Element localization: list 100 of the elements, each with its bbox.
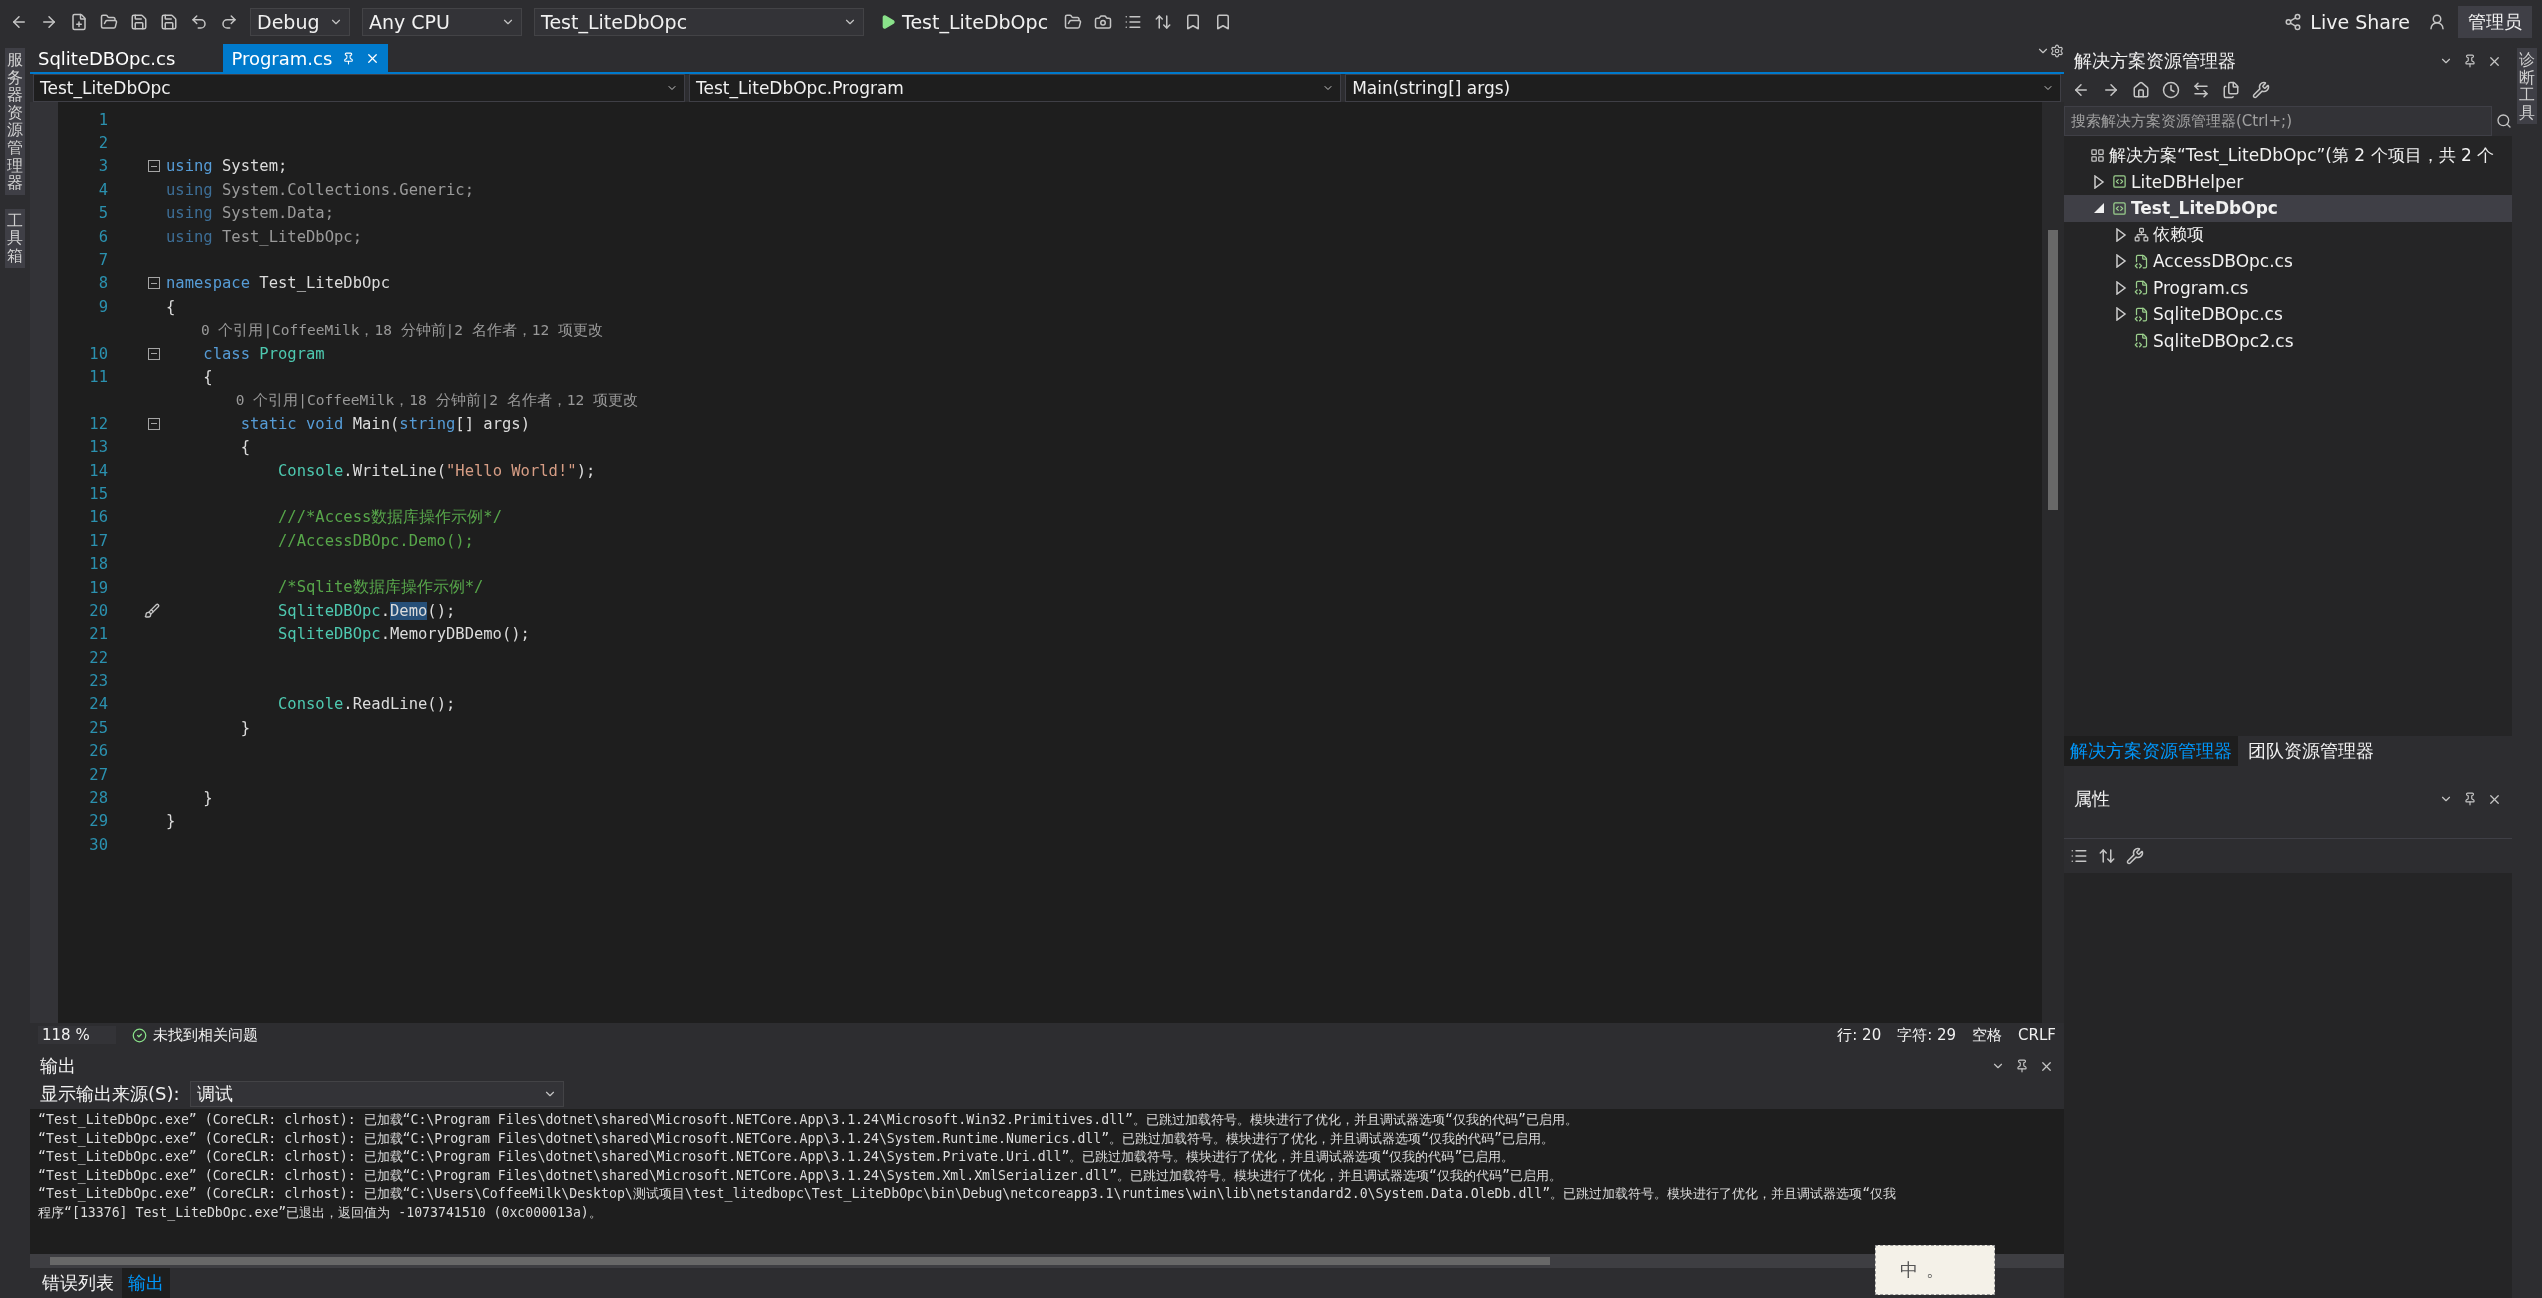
side-tab[interactable]: 服务器资源管理器 (5, 48, 25, 195)
account-name[interactable]: 管理员 (2458, 6, 2532, 38)
line-number: 21 (88, 625, 108, 644)
line-number: 30 (88, 835, 108, 854)
line-number: 24 (88, 695, 108, 714)
sync-icon[interactable] (2192, 81, 2210, 99)
search-field[interactable]: 搜索解决方案资源管理器(Ctrl+;) (2064, 106, 2492, 136)
collapse-icon[interactable] (2092, 201, 2106, 216)
files-icon[interactable] (2222, 81, 2240, 99)
input-method-widget[interactable]: 中 。 (1875, 1245, 1995, 1295)
pin-icon[interactable] (2015, 1058, 2029, 1074)
fold-icon[interactable] (148, 417, 160, 430)
sort-icon[interactable] (1154, 13, 1173, 31)
home-icon[interactable] (2132, 81, 2150, 99)
line-number: 2 (97, 134, 108, 153)
list-icon[interactable] (1124, 13, 1143, 31)
toolbar-dropdown[interactable]: Test_LiteDbOpc (534, 8, 864, 36)
line-number: 9 (97, 297, 108, 316)
fold-icon[interactable] (148, 277, 160, 290)
code-file-icon (2134, 306, 2149, 322)
code-file-icon (2134, 333, 2149, 349)
save-icon[interactable] (130, 13, 148, 31)
issues-status[interactable]: 未找到相关问题 (153, 1025, 258, 1045)
redo-icon[interactable] (220, 13, 238, 31)
folder-icon[interactable] (100, 13, 118, 31)
share-icon (2284, 13, 2303, 31)
line-number: 4 (97, 180, 108, 199)
line-number: 1 (97, 110, 108, 129)
navigation-dropdown[interactable]: Test_LiteDbOpc.Program (689, 74, 1342, 102)
clock-icon[interactable] (2162, 81, 2180, 99)
tree-item[interactable]: Program.cs (2064, 274, 2512, 301)
toolbar-dropdown[interactable]: Debug (250, 8, 350, 36)
run-button[interactable]: Test_LiteDbOpc (876, 9, 1053, 35)
code-line: } (202, 789, 213, 807)
line-number: 5 (97, 204, 108, 223)
expand-icon[interactable] (2092, 174, 2106, 189)
fold-icon[interactable] (148, 160, 160, 173)
output-line: “Test_LiteDbOpc.exe” (CoreCLR: clrhost): 已加载“C:\Program Files\dotnet\shared\Microsoft.NETCore.App\3.1.24\System.Runtime.Numerics.dll”。已跳过加载符号。模块进行了优化，并且调试器选项“仅我的代码”已启用。 (38, 1129, 1556, 1148)
folder-icon[interactable] (1064, 13, 1083, 31)
brush-icon[interactable] (144, 602, 160, 619)
line-number: 6 (97, 227, 108, 246)
output-source-dropdown[interactable]: 调试 (189, 1081, 564, 1107)
vertical-scrollbar[interactable] (2042, 102, 2064, 1023)
code-line: namespace Test_LiteDbOpc (166, 274, 390, 293)
panel-title: 解决方案资源管理器 (2074, 49, 2236, 73)
side-tab[interactable]: 诊断工具 (2517, 48, 2537, 125)
expand-icon[interactable] (2114, 254, 2128, 269)
panel-tab[interactable]: 错误列表 (36, 1268, 120, 1298)
new-file-icon[interactable] (70, 13, 88, 31)
navigation-dropdown[interactable]: Main(string[] args) (1345, 74, 2061, 102)
tree-item[interactable]: AccessDBOpc.cs (2064, 248, 2512, 275)
tree-item[interactable]: SqliteDBOpc.cs (2064, 301, 2512, 328)
expand-icon[interactable] (2114, 307, 2128, 322)
wrench-icon[interactable] (2252, 81, 2270, 99)
side-tab[interactable]: 工具箱 (5, 208, 25, 268)
line-number: 29 (88, 812, 108, 831)
forward-icon[interactable] (2102, 81, 2120, 99)
panel-tab[interactable]: 团队资源管理器 (2242, 736, 2380, 766)
codelens-text[interactable]: 0 个引用|CoffeeMilk，18 分钟前|2 名作者，12 项更改 (166, 320, 603, 340)
live-share-button[interactable]: Live Share (2278, 10, 2416, 34)
tree-item[interactable]: 依赖项 (2064, 221, 2512, 248)
wrench-icon[interactable] (2126, 847, 2144, 865)
back-icon[interactable] (2072, 81, 2090, 99)
line-number: 11 (88, 368, 108, 386)
search-icon[interactable] (2496, 113, 2512, 129)
zoom-dropdown[interactable]: 118 % (38, 1026, 116, 1044)
pin-icon[interactable] (342, 51, 356, 65)
undo-icon[interactable] (190, 13, 208, 31)
expand-icon[interactable] (2114, 280, 2128, 295)
tree-item-label: SqliteDBOpc.cs (2153, 304, 2283, 325)
line-number: 3 (97, 157, 108, 176)
tree-item[interactable]: LiteDBHelper (2064, 168, 2512, 195)
pin-icon[interactable] (2463, 791, 2477, 807)
code-line: using System; (166, 157, 288, 176)
list-icon[interactable] (2070, 847, 2088, 865)
expand-icon[interactable] (2114, 227, 2128, 242)
tree-item-label: 解决方案“Test_LiteDbOpc”(第 2 个项目，共 2 个 (2109, 143, 2495, 167)
line-ending: CRLF (2018, 1026, 2056, 1044)
save-all-icon[interactable] (160, 13, 178, 31)
output-line: “Test_LiteDbOpc.exe” (CoreCLR: clrhost): 已加载“C:\Program Files\dotnet\shared\Microsoft.NETCore.App\3.1.24\System.Private.Uri.dll”。已跳过加载符号。模块进行了优化，并且调试器选项“仅我的代码”已启用。 (38, 1148, 1516, 1167)
tree-item[interactable]: SqliteDBOpc2.cs (2064, 327, 2512, 354)
camera-icon[interactable] (1094, 13, 1113, 31)
code-line: SqliteDBOpc.MemoryDBDemo(); (276, 625, 530, 644)
sort-icon[interactable] (2098, 847, 2116, 865)
user-icon[interactable] (2428, 13, 2446, 31)
fold-icon[interactable] (148, 347, 160, 360)
document-tab[interactable]: SqliteDBOpc.cs (30, 44, 184, 72)
pin-icon[interactable] (2463, 53, 2477, 69)
navigation-dropdown[interactable]: Test_LiteDbOpc (33, 74, 686, 102)
forward-icon[interactable] (40, 13, 58, 31)
tree-item[interactable]: 解决方案“Test_LiteDbOpc”(第 2 个项目，共 2 个 (2064, 142, 2512, 169)
tree-item[interactable]: Test_LiteDbOpc (2064, 195, 2512, 222)
codelens-text[interactable]: 0 个引用|CoffeeMilk，18 分钟前|2 名作者，12 项更改 (166, 390, 638, 410)
toolbar-dropdown[interactable]: Any CPU (362, 8, 522, 36)
document-tab[interactable]: Program.cs (223, 44, 389, 72)
code-line: static void Main(string[] args) (239, 414, 530, 433)
panel-tab[interactable]: 输出 (122, 1268, 170, 1298)
code-file-icon (2134, 280, 2149, 296)
panel-tab[interactable]: 解决方案资源管理器 (2064, 736, 2238, 766)
back-icon[interactable] (10, 13, 28, 31)
